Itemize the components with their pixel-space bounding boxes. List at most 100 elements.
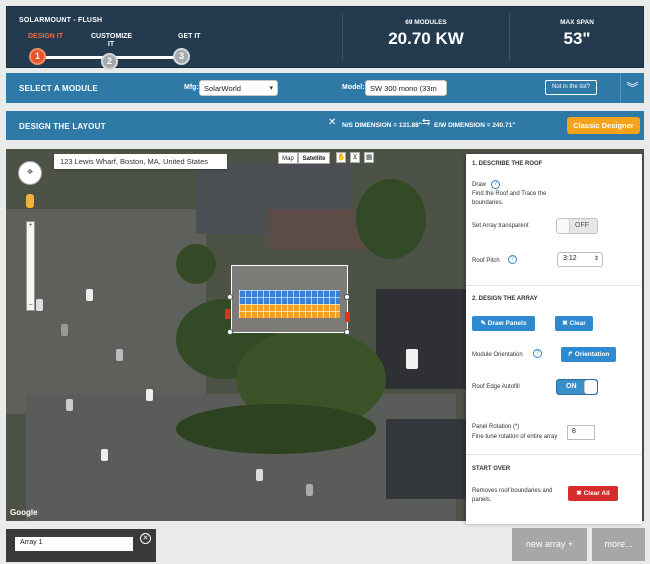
- step-3-circle[interactable]: 3: [173, 48, 190, 65]
- tree-canopy: [176, 244, 216, 284]
- pitch-label: Roof Pitch: [472, 258, 500, 264]
- header: SOLARMOUNT - FLUSH DESIGN IT CUSTOMIZE I…: [6, 6, 644, 70]
- draw-panels-label: Draw Panels: [487, 320, 527, 327]
- section-design-array-title: 2. DESIGN THE ARRAY: [472, 296, 538, 302]
- ew-dimension: E/W DIMENSION = 240.71": [434, 122, 516, 129]
- building-roof: [386, 419, 466, 499]
- roof-edge-marker[interactable]: [225, 309, 230, 319]
- car: [146, 389, 153, 401]
- map-type-satellite-button[interactable]: Satellite: [298, 152, 330, 164]
- step-label-get[interactable]: GET IT: [178, 33, 201, 40]
- panel-rotation-input[interactable]: 8: [567, 425, 595, 440]
- measure-tool-icon[interactable]: ⊻: [350, 152, 360, 163]
- model-value: SW 300 mono (33m: [370, 84, 437, 93]
- start-over-text: Removes roof boundaries and panels.: [472, 488, 553, 503]
- car: [116, 349, 123, 361]
- model-label: Model:: [342, 84, 365, 91]
- zoom-in-icon[interactable]: +: [27, 222, 34, 230]
- close-icon: ✖: [576, 490, 584, 497]
- grid-tool-icon[interactable]: ▦: [364, 152, 374, 163]
- roof-vertex[interactable]: [227, 294, 233, 300]
- close-icon[interactable]: ✕: [140, 533, 151, 544]
- roof-edge-marker[interactable]: [345, 312, 350, 322]
- span-label: MAX SPAN: [560, 19, 594, 26]
- section-describe-roof-title: 1. DESCRIBE THE ROOF: [472, 161, 543, 167]
- google-logo: Google: [10, 508, 38, 517]
- pitch-value: 3:12: [563, 255, 577, 262]
- street-view-pegman-icon[interactable]: [26, 194, 34, 208]
- step-label-design[interactable]: DESIGN IT: [28, 33, 63, 40]
- east-west-icon: ⇆: [422, 117, 431, 128]
- parking-lot: [6, 209, 206, 414]
- clear-all-button[interactable]: ✖ Clear All: [568, 486, 618, 501]
- pencil-icon: ✎: [480, 320, 488, 327]
- mfg-label: Mfg:: [184, 84, 199, 91]
- mfg-select[interactable]: SolarWorld ▾: [199, 80, 278, 96]
- map-type-map-button[interactable]: Map: [278, 152, 298, 164]
- car: [86, 289, 93, 301]
- help-icon[interactable]: ?: [533, 349, 542, 358]
- car: [256, 469, 263, 481]
- expand-chevron-icon[interactable]: ︾: [620, 73, 644, 103]
- modules-label: 69 MODULES: [405, 19, 447, 26]
- array-tab: Array 1 ✕: [6, 529, 156, 562]
- building-roof: [376, 289, 466, 389]
- step-1-circle[interactable]: 1: [29, 48, 46, 65]
- roof-vertex[interactable]: [344, 294, 350, 300]
- step-label-customize[interactable]: CUSTOMIZE IT: [91, 33, 132, 49]
- more-button[interactable]: more...: [592, 528, 645, 561]
- help-icon[interactable]: ?: [491, 180, 500, 189]
- start-over-title: START OVER: [472, 466, 511, 472]
- close-icon: ✖: [562, 320, 570, 327]
- model-select[interactable]: SW 300 mono (33m: [365, 80, 447, 96]
- hand-tool-icon[interactable]: ✋: [336, 152, 346, 163]
- traced-roof[interactable]: [231, 265, 348, 333]
- boat: [406, 349, 418, 369]
- select-module-bar: SELECT A MODULE Mfg: SolarWorld ▾ Model:…: [6, 73, 644, 103]
- solar-panel-row-blue[interactable]: [239, 290, 340, 304]
- draw-help-text: Find the Roof and Trace the boundaries.: [472, 191, 547, 206]
- help-icon[interactable]: ?: [508, 255, 517, 264]
- autofill-toggle[interactable]: ON: [556, 379, 598, 395]
- divider: [466, 454, 642, 455]
- pan-control-icon[interactable]: ✥: [18, 161, 42, 185]
- clear-label: Clear: [569, 320, 586, 327]
- transparent-toggle[interactable]: OFF: [556, 218, 598, 234]
- autofill-toggle-value: ON: [566, 383, 577, 390]
- tree-canopy: [356, 179, 426, 259]
- design-panel: 1. DESCRIBE THE ROOF Draw ? Find the Roo…: [466, 154, 642, 524]
- address-input[interactable]: 123 Lewis Wharf, Boston, MA, United Stat…: [54, 154, 227, 169]
- classic-designer-button[interactable]: Classic Designer: [567, 117, 640, 134]
- design-layout-title: DESIGN THE LAYOUT: [19, 122, 106, 131]
- modules-stat: 69 MODULES 20.70 KW: [343, 7, 509, 67]
- not-in-list-button[interactable]: Not in the list?: [545, 80, 597, 95]
- orientation-button-label: Orientation: [574, 351, 610, 358]
- step-2-circle[interactable]: 2: [101, 53, 118, 70]
- car: [61, 324, 68, 336]
- orientation-button[interactable]: ↱ Orientation: [561, 347, 616, 362]
- car: [66, 399, 73, 411]
- tree-canopy: [176, 404, 376, 454]
- mfg-value: SolarWorld: [204, 84, 241, 93]
- clear-button[interactable]: ✖ Clear: [555, 316, 593, 331]
- roof-vertex[interactable]: [227, 329, 233, 335]
- car: [101, 449, 108, 461]
- array-name-input[interactable]: Array 1: [15, 537, 133, 551]
- span-stat: MAX SPAN 53": [510, 7, 644, 67]
- zoom-slider[interactable]: + −: [26, 221, 35, 311]
- orientation-label: Module Orientation: [472, 352, 523, 358]
- car: [306, 484, 313, 496]
- divider: [466, 285, 642, 286]
- zoom-out-icon[interactable]: −: [27, 302, 34, 310]
- roof-pitch-select[interactable]: 3:12 ⇕: [557, 252, 603, 267]
- new-array-button[interactable]: new array +: [512, 528, 587, 561]
- toggle-knob: [584, 380, 597, 394]
- orientation-icon: ↱: [567, 351, 575, 358]
- draw-panels-button[interactable]: ✎ Draw Panels: [472, 316, 535, 331]
- rotation-label: Panel Rotation (*): [472, 424, 520, 430]
- span-value: 53": [563, 29, 591, 48]
- draw-label: Draw: [472, 182, 487, 188]
- roof-vertex[interactable]: [344, 329, 350, 335]
- solar-panel-row-orange[interactable]: [239, 304, 340, 318]
- modules-value: 20.70 KW: [388, 29, 464, 48]
